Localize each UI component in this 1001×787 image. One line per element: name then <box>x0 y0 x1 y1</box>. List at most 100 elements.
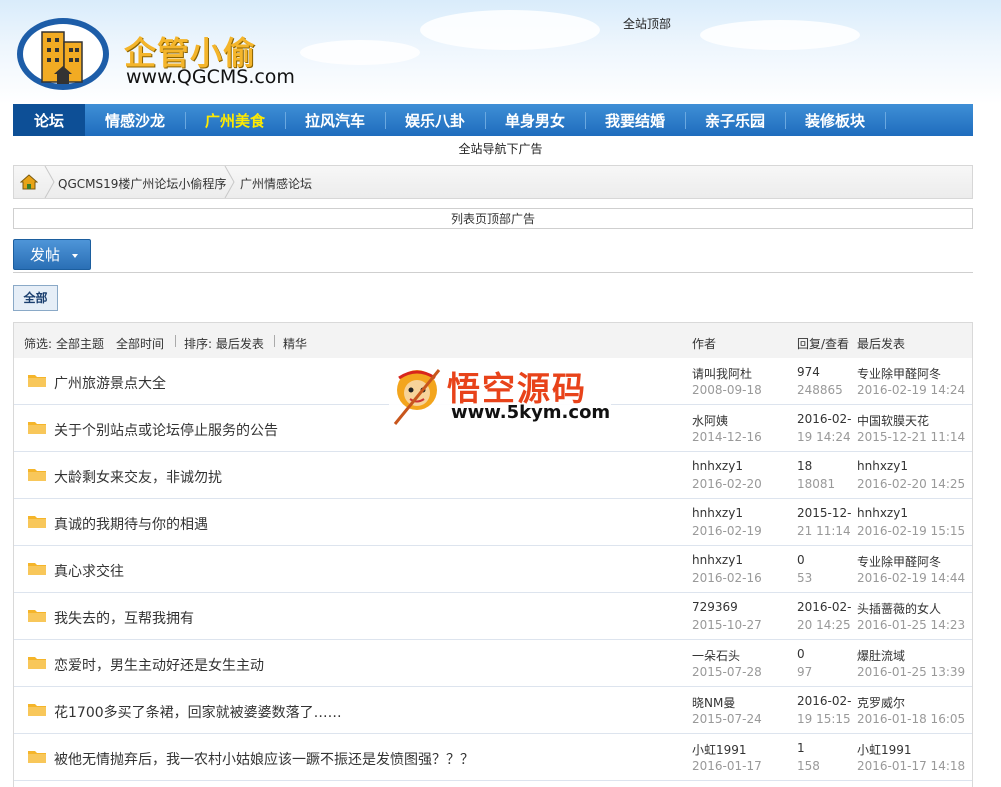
filter-all-threads[interactable]: 全部主题 <box>56 335 104 352</box>
view-count: 158 <box>797 759 820 773</box>
thread-title[interactable]: 真心求交往 <box>54 561 124 581</box>
nav-item-4[interactable]: 娱乐八卦 <box>385 104 485 136</box>
view-count: 248865 <box>797 383 843 397</box>
nav-item-6[interactable]: 我要结婚 <box>585 104 685 136</box>
folder-icon <box>28 375 46 387</box>
top-ad[interactable]: 全站顶部 <box>623 15 671 32</box>
last-post-user[interactable]: 中国软膜天花 <box>857 412 929 429</box>
new-post-button[interactable]: 发帖 <box>13 239 91 270</box>
site-header: 企管小偷 www.QGCMS.com 全站顶部 <box>0 0 1001 104</box>
thread-table-header: 筛选: 全部主题 全部时间 排序: 最后发表 精华 作者 回复/查看 最后发表 <box>14 323 972 359</box>
nav-item-1[interactable]: 情感沙龙 <box>85 104 185 136</box>
thread-title[interactable]: 广州旅游景点大全 <box>54 373 166 393</box>
last-post-time[interactable]: 2016-02-20 14:25 <box>857 477 965 491</box>
reply-count: 18 <box>797 459 813 473</box>
thread-row[interactable]: 花1700多买了条裙，回家就被婆婆数落了…… 晓NM曼 2015-07-24 2016… <box>14 687 972 734</box>
filter-all-time[interactable]: 全部时间 <box>116 335 164 352</box>
thread-row[interactable]: 被他无情抛弃后，我一农村小姑娘应该一蹶不振还是发愤图强？？？ 小虹1991 2016… <box>14 734 972 781</box>
main-nav: 论坛 情感沙龙 广州美食 拉风汽车 娱乐八卦 单身男女 我要结婚 亲子乐园 装修板块 <box>13 104 973 136</box>
thread-author[interactable]: hnhxzy1 <box>692 553 743 567</box>
new-post-label: 发帖 <box>30 246 61 264</box>
folder-icon <box>28 469 46 481</box>
reply-count: 2016-02- <box>797 412 852 426</box>
nav-item-8[interactable]: 装修板块 <box>785 104 885 136</box>
nav-item-3[interactable]: 拉风汽车 <box>285 104 385 136</box>
nav-item-7[interactable]: 亲子乐园 <box>685 104 785 136</box>
last-post-time[interactable]: 2015-12-21 11:14 <box>857 430 965 444</box>
last-post-time[interactable]: 2016-02-19 14:24 <box>857 383 965 397</box>
folder-icon <box>28 422 46 434</box>
last-post-user[interactable]: 专业除甲醛阿冬 <box>857 365 941 382</box>
thread-row[interactable]: 恋爱时，男生主动好还是女生主动 一朵石头 2015-07-28 0 97 爆肚流域 2016… <box>14 640 972 687</box>
breadcrumb-separator-icon <box>44 166 55 198</box>
thread-title[interactable]: 大龄剩女来交友，非诚勿扰 <box>54 467 222 487</box>
nav-item-0[interactable]: 论坛 <box>13 104 85 136</box>
nav-item-5[interactable]: 单身男女 <box>485 104 585 136</box>
last-post-time[interactable]: 2016-01-25 14:23 <box>857 618 965 632</box>
last-post-user[interactable]: 克罗威尔 <box>857 694 905 711</box>
thread-author[interactable]: 小虹1991 <box>692 741 747 758</box>
logo-icon[interactable] <box>14 16 112 92</box>
thread-date: 2015-07-28 <box>692 665 762 679</box>
last-post-time[interactable]: 2016-01-25 13:39 <box>857 665 965 679</box>
home-icon[interactable] <box>20 174 38 190</box>
thread-date: 2008-09-18 <box>692 383 762 397</box>
col-reply-view: 回复/查看 <box>797 337 850 351</box>
nav-item-2[interactable]: 广州美食 <box>185 104 285 136</box>
breadcrumb-item-forum[interactable]: QGCMS19楼广州论坛小偷程序 <box>58 175 226 192</box>
folder-icon <box>28 610 46 622</box>
reply-count: 1 <box>797 741 805 755</box>
thread-title[interactable]: 花1700多买了条裙，回家就被婆婆数落了…… <box>54 702 342 722</box>
last-post-time[interactable]: 2016-01-18 16:05 <box>857 712 965 726</box>
thread-title[interactable]: 关于个别站点或论坛停止服务的公告 <box>54 420 278 440</box>
last-post-time[interactable]: 2016-02-19 15:15 <box>857 524 965 538</box>
thread-author[interactable]: hnhxzy1 <box>692 506 743 520</box>
thread-date: 2016-02-19 <box>692 524 762 538</box>
last-post-user[interactable]: 小虹1991 <box>857 741 912 758</box>
view-count: 19 15:15 <box>797 712 851 726</box>
last-post-user[interactable]: hnhxzy1 <box>857 459 908 473</box>
reply-count: 0 <box>797 647 805 661</box>
last-post-time[interactable]: 2016-01-17 14:18 <box>857 759 965 773</box>
list-top-ad[interactable]: 列表页顶部广告 <box>13 208 973 229</box>
last-post-user[interactable]: 头插蔷薇的女人 <box>857 600 941 617</box>
view-count: 20 14:25 <box>797 618 851 632</box>
folder-icon <box>28 563 46 575</box>
last-post-time[interactable]: 2016-02-19 14:44 <box>857 571 965 585</box>
thread-author[interactable]: 一朵石头 <box>692 647 740 664</box>
thread-author[interactable]: 晓NM曼 <box>692 694 735 711</box>
thread-author[interactable]: 729369 <box>692 600 738 614</box>
thread-author[interactable]: 请叫我阿杜 <box>692 365 752 382</box>
folder-icon <box>28 704 46 716</box>
sort-last-post[interactable]: 排序: 最后发表 <box>184 335 264 352</box>
thread-row[interactable]: 真心求交往 hnhxzy1 2016-02-16 0 53 专业除甲醛阿冬 2016-02-… <box>14 546 972 593</box>
thread-author[interactable]: 水阿姨 <box>692 412 728 429</box>
reply-count: 2016-02- <box>797 600 852 614</box>
thread-row[interactable]: 真诚的我期待与你的相遇 hnhxzy1 2016-02-19 2015-12- 21 1… <box>14 499 972 546</box>
thread-title[interactable]: 真诚的我期待与你的相遇 <box>54 514 208 534</box>
folder-icon <box>28 751 46 763</box>
thread-date: 2016-02-20 <box>692 477 762 491</box>
thread-date: 2016-01-17 <box>692 759 762 773</box>
chevron-down-icon <box>72 254 78 258</box>
thread-title[interactable]: 我失去的，互帮我拥有 <box>54 608 194 628</box>
nav-below-ad[interactable]: 全站导航下广告 <box>0 140 1001 157</box>
view-count: 53 <box>797 571 813 585</box>
brand-url[interactable]: www.QGCMS.com <box>126 66 295 88</box>
thread-row[interactable]: 我失去的，互帮我拥有 729369 2015-10-27 2016-02- 20 14:… <box>14 593 972 640</box>
thread-title[interactable]: 恋爱时，男生主动好还是女生主动 <box>54 655 264 675</box>
thread-date: 2015-07-24 <box>692 712 762 726</box>
filter-essence[interactable]: 精华 <box>283 335 307 352</box>
last-post-user[interactable]: hnhxzy1 <box>857 506 908 520</box>
thread-row[interactable]: 大龄剩女来交友，非诚勿扰 hnhxzy1 2016-02-20 18 18081 hnhx… <box>14 452 972 499</box>
watermark: 悟空源码 www.5kym.com <box>389 360 611 428</box>
last-post-user[interactable]: 爆肚流域 <box>857 647 905 664</box>
thread-title[interactable]: 被他无情抛弃后，我一农村小姑娘应该一蹶不振还是发愤图强？？？ <box>54 749 474 769</box>
last-post-user[interactable]: 专业除甲醛阿冬 <box>857 553 941 570</box>
view-count: 19 14:24 <box>797 430 851 444</box>
header-separator <box>175 335 176 347</box>
tab-all[interactable]: 全部 <box>13 285 58 311</box>
breadcrumb-item-board[interactable]: 广州情感论坛 <box>240 175 312 192</box>
thread-author[interactable]: hnhxzy1 <box>692 459 743 473</box>
reply-count: 2015-12- <box>797 506 852 520</box>
